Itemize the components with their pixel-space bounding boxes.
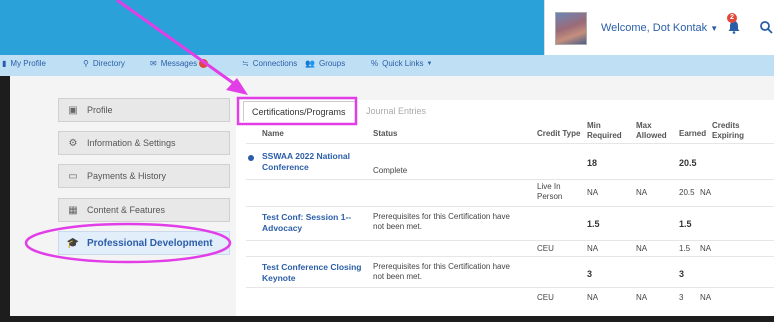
nav-messages-label: Messages: [160, 59, 198, 68]
connections-icon: ≒: [242, 59, 249, 68]
row-status: Complete: [373, 166, 408, 175]
table-divider: [246, 256, 774, 257]
row-name-link[interactable]: SSWAA 2022 National Conference: [262, 151, 367, 173]
nav-messages[interactable]: ✉ Messages: [150, 59, 209, 68]
row-sub-max: NA: [636, 244, 648, 253]
row-sub-max: NA: [636, 293, 648, 302]
nav-my-profile-label: My Profile: [10, 59, 46, 68]
tab-journal-entries[interactable]: Journal Entries: [358, 101, 434, 121]
notification-badge: 2: [727, 13, 737, 23]
col-header-credits-expiring: Credits Expiring: [712, 121, 745, 140]
col-header-earned: Earned: [679, 129, 707, 138]
table-divider: [246, 143, 774, 144]
row-min: 3: [587, 269, 593, 279]
bullet-icon: [248, 155, 254, 161]
graduation-cap-icon: 🎓: [66, 237, 80, 249]
row-earned: 20.5: [679, 158, 697, 168]
profile-icon: ▮: [2, 59, 7, 68]
nav-directory-label: Directory: [92, 59, 125, 68]
gears-icon: ⚙: [68, 137, 78, 149]
id-card-icon: ▣: [68, 104, 78, 116]
row-earned: 1.5: [679, 219, 692, 229]
sidebar-item-information-settings[interactable]: ⚙ Information & Settings: [58, 131, 230, 155]
welcome-menu[interactable]: Welcome, Dot Kontak ▼: [601, 22, 718, 34]
left-edge: [0, 76, 10, 322]
row-sub-min: NA: [587, 244, 599, 253]
row-sub-earned: 1.5: [679, 244, 691, 253]
sidebar-item-profile[interactable]: ▣ Profile: [58, 98, 230, 122]
col-header-max-allowed: Max Allowed: [636, 121, 667, 140]
money-icon: ▭: [68, 170, 78, 182]
col-header-status: Status: [373, 129, 398, 138]
caret-down-icon: ▼: [426, 60, 433, 67]
row-sub-max: NA: [636, 188, 648, 197]
row-name-link[interactable]: Test Conf: Session 1-- Advocacy: [262, 212, 367, 234]
row-sub-expiring: NA: [700, 188, 712, 197]
row-name-link[interactable]: Test Conference Closing Keynote: [262, 262, 367, 284]
col-header-name: Name: [262, 129, 284, 138]
sidebar-item-professional-development[interactable]: 🎓 Professional Development: [58, 231, 230, 255]
bottom-edge: [0, 316, 774, 322]
row-sub-min: NA: [587, 188, 599, 197]
search-icon: ⚲: [83, 59, 89, 68]
tab-certifications-programs[interactable]: Certifications/Programs: [243, 101, 356, 121]
sidebar-item-label: Profile: [87, 105, 113, 115]
row-sub-earned: 20.5: [679, 188, 695, 197]
sidebar-item-label: Payments & History: [87, 171, 167, 181]
caret-down-icon: ▼: [710, 24, 719, 33]
nav-connections-label: Connections: [252, 59, 298, 68]
row-min: 18: [587, 158, 598, 168]
nav-groups[interactable]: 👥 Groups: [305, 59, 345, 68]
sidebar-item-payments-history[interactable]: ▭ Payments & History: [58, 164, 230, 188]
nav-connections[interactable]: ≒ Connections: [242, 59, 297, 68]
user-block: Welcome, Dot Kontak ▼ 2: [544, 0, 774, 55]
sidebar-item-label: Professional Development: [87, 237, 213, 249]
nav-my-profile[interactable]: ▮ My Profile: [2, 59, 46, 68]
nav-groups-label: Groups: [318, 59, 346, 68]
row-sub-earned: 3: [679, 293, 684, 302]
row-earned: 3: [679, 269, 685, 279]
mail-icon: ✉: [150, 59, 157, 68]
avatar[interactable]: [555, 12, 587, 45]
row-credit-type: CEU: [537, 244, 554, 253]
nav-quick-links-label: Quick Links: [382, 59, 424, 68]
row-status: Prerequisites for this Certification hav…: [373, 212, 510, 231]
row-credit-type: Live In Person: [537, 182, 563, 201]
table-divider: [246, 240, 774, 241]
row-sub-expiring: NA: [700, 244, 712, 253]
sidebar-item-label: Content & Features: [87, 205, 166, 215]
table-icon: ▦: [68, 204, 78, 216]
messages-badge: [199, 59, 209, 68]
sidebar-item-content-features[interactable]: ▦ Content & Features: [58, 198, 230, 222]
row-credit-type: CEU: [537, 293, 554, 302]
nav-quick-links[interactable]: % Quick Links ▼: [371, 59, 432, 68]
col-header-credit-type: Credit Type: [537, 129, 581, 138]
link-icon: %: [371, 59, 379, 68]
table-divider: [246, 179, 774, 180]
nav-directory[interactable]: ⚲ Directory: [83, 59, 125, 68]
row-sub-expiring: NA: [700, 293, 712, 302]
nav-bar: ▮ My Profile ⚲ Directory ✉ Messages ≒ Connec…: [0, 55, 774, 76]
row-status: Prerequisites for this Certification hav…: [373, 262, 510, 281]
row-sub-min: NA: [587, 293, 599, 302]
col-header-min-required: Min Required: [587, 121, 622, 140]
table-divider: [246, 287, 774, 288]
welcome-label: Welcome, Dot Kontak: [601, 22, 708, 34]
row-min: 1.5: [587, 219, 600, 229]
groups-icon: 👥: [305, 59, 315, 68]
table-divider: [246, 206, 774, 207]
search-icon[interactable]: [759, 20, 773, 34]
sidebar-item-label: Information & Settings: [87, 138, 176, 148]
